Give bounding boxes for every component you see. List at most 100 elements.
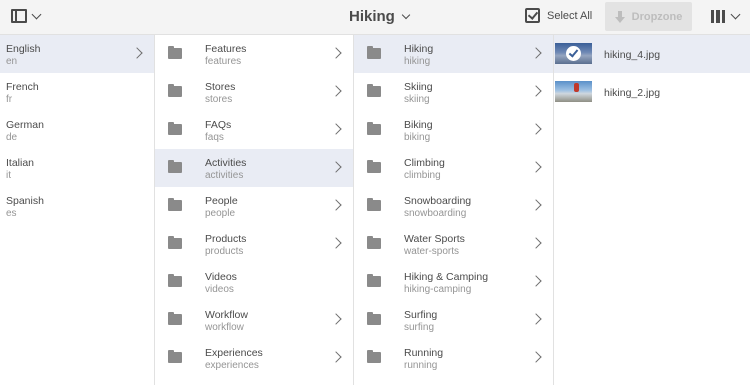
assets-column: hiking_4.jpg hiking_2.jpg — [554, 35, 750, 385]
column-item-running[interactable]: Running running — [354, 339, 553, 377]
item-title: Hiking — [404, 43, 434, 55]
item-title: English — [6, 43, 41, 55]
item-title: Italian — [6, 157, 35, 169]
select-all-button[interactable]: Select All — [525, 8, 592, 23]
rail-toggle-button[interactable] — [11, 9, 42, 23]
item-title: Videos — [205, 271, 237, 283]
hiker-figure — [574, 83, 579, 92]
top-toolbar: Hiking Select All Dropzone — [0, 0, 750, 35]
item-name: climbing — [404, 170, 441, 181]
item-title: Features — [205, 43, 247, 55]
item-name: de — [6, 132, 18, 143]
sections-column: Features features Stores stores FAQs faqs Acti… — [155, 35, 354, 385]
chevron-right-icon — [330, 123, 342, 135]
column-item-workflow[interactable]: Workflow workflow — [155, 301, 353, 339]
asset-item[interactable]: hiking_4.jpg — [554, 35, 750, 73]
folder-icon — [168, 198, 182, 211]
column-item-snowboarding[interactable]: Snowboarding snowboarding — [354, 187, 553, 225]
chevron-right-icon — [530, 275, 542, 287]
column-item-de[interactable]: German de — [0, 111, 154, 149]
column-item-activities[interactable]: Activities activities — [155, 149, 353, 187]
asset-item[interactable]: hiking_2.jpg — [554, 73, 750, 111]
column-item-surfing[interactable]: Surfing surfing — [354, 301, 553, 339]
item-title: German — [6, 119, 44, 131]
folder-icon — [168, 350, 182, 363]
item-name: features — [205, 56, 242, 67]
folder-icon — [367, 350, 381, 363]
item-name: skiing — [404, 94, 430, 105]
folder-icon — [367, 274, 381, 287]
item-title: Experiences — [205, 347, 263, 359]
chevron-right-icon — [131, 47, 143, 59]
chevron-right-icon — [330, 47, 342, 59]
item-title: Running — [404, 347, 444, 359]
item-name: water-sports — [404, 246, 460, 257]
column-item-stores[interactable]: Stores stores — [155, 73, 353, 111]
chevron-down-icon — [401, 10, 411, 19]
column-item-water-sports[interactable]: Water Sports water-sports — [354, 225, 553, 263]
checkmark-icon — [566, 46, 581, 61]
item-title: Hiking & Camping — [404, 271, 489, 283]
activities-column: Hiking hiking Skiing skiing Biking biking Clim… — [354, 35, 554, 385]
column-item-features[interactable]: Features features — [155, 35, 353, 73]
item-title: French — [6, 81, 39, 93]
item-name: running — [404, 360, 438, 371]
item-name: it — [6, 170, 11, 181]
folder-icon — [367, 46, 381, 59]
column-item-people[interactable]: People people — [155, 187, 353, 225]
column-view-icon — [711, 10, 725, 23]
select-all-icon — [525, 8, 540, 23]
folder-icon — [168, 312, 182, 325]
item-title: Stores — [205, 81, 236, 93]
item-title: Surfing — [404, 309, 438, 321]
item-name: experiences — [205, 360, 259, 371]
dropzone-button[interactable]: Dropzone — [605, 2, 692, 31]
column-item-hiking-camping[interactable]: Hiking & Camping hiking-camping — [354, 263, 553, 301]
view-switcher-button[interactable] — [711, 9, 741, 23]
column-item-es[interactable]: Spanish es — [0, 187, 154, 225]
column-item-faqs[interactable]: FAQs faqs — [155, 111, 353, 149]
column-item-hiking[interactable]: Hiking hiking — [354, 35, 553, 73]
chevron-right-icon — [330, 161, 342, 173]
folder-icon — [168, 274, 182, 287]
item-name: activities — [205, 170, 244, 181]
rail-toggle-icon — [11, 9, 27, 23]
item-name: hiking-camping — [404, 284, 472, 295]
folder-icon — [367, 198, 381, 211]
item-title: FAQs — [205, 119, 232, 131]
column-item-it[interactable]: Italian it — [0, 149, 154, 187]
item-name: en — [6, 56, 18, 67]
asset-thumbnail — [555, 81, 592, 102]
chevron-right-icon — [330, 199, 342, 211]
item-name: stores — [205, 94, 233, 105]
item-title: Skiing — [404, 81, 433, 93]
folder-icon — [168, 84, 182, 97]
column-item-skiing[interactable]: Skiing skiing — [354, 73, 553, 111]
folder-title-menu[interactable]: Hiking — [349, 8, 411, 25]
column-item-experiences[interactable]: Experiences experiences — [155, 339, 353, 377]
item-title: Biking — [404, 119, 433, 131]
column-item-products[interactable]: Products products — [155, 225, 353, 263]
chevron-right-icon — [530, 351, 542, 363]
column-item-biking[interactable]: Biking biking — [354, 111, 553, 149]
item-name: surfing — [404, 322, 435, 333]
item-name: fr — [6, 94, 13, 105]
folder-icon — [367, 84, 381, 97]
item-name: es — [6, 208, 17, 219]
item-title: Workflow — [205, 309, 248, 321]
chevron-right-icon — [330, 85, 342, 97]
download-arrow-icon — [614, 10, 625, 23]
chevron-right-icon — [330, 313, 342, 325]
item-name: snowboarding — [404, 208, 467, 219]
item-name: faqs — [205, 132, 224, 143]
column-item-fr[interactable]: French fr — [0, 73, 154, 111]
chevron-right-icon — [530, 47, 542, 59]
folder-icon — [367, 160, 381, 173]
chevron-right-icon — [530, 313, 542, 325]
column-item-en[interactable]: English en — [0, 35, 154, 73]
item-name: people — [205, 208, 236, 219]
column-item-climbing[interactable]: Climbing climbing — [354, 149, 553, 187]
column-item-videos[interactable]: Videos videos — [155, 263, 353, 301]
chevron-right-icon — [530, 199, 542, 211]
item-name: videos — [205, 284, 234, 295]
